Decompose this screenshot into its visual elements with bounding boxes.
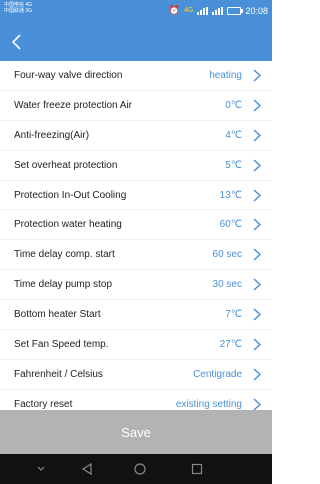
setting-row[interactable]: Anti-freezing(Air) 4℃ [0,121,272,151]
back-arrow-icon[interactable] [10,32,24,52]
chevron-right-icon [253,218,262,231]
setting-label: Set Fan Speed temp. [14,338,109,350]
setting-value: 4℃ [225,129,242,141]
home-circle-icon[interactable] [133,462,147,476]
setting-label: Fahrenheit / Celsius [14,368,103,380]
setting-label: Four-way valve direction [14,69,123,81]
setting-value: 60℃ [219,219,242,231]
setting-label: Set overheat protection [14,159,118,171]
chevron-right-icon [253,278,262,291]
network-type: 4G [184,7,194,14]
setting-label: Anti-freezing(Air) [14,129,90,141]
setting-value: 0℃ [225,99,242,111]
status-icons: ⏰ 4G 20:08 [169,5,268,16]
setting-row[interactable]: Four-way valve direction heating [0,61,272,91]
chevron-right-icon [253,368,262,381]
chevron-right-icon [253,308,262,321]
setting-value: 5℃ [225,159,242,171]
setting-label: Bottom heater Start [14,309,101,321]
setting-row[interactable]: Set Fan Speed temp. 27℃ [0,330,272,360]
system-nav-bar [0,454,272,484]
chevron-right-icon [253,159,262,172]
setting-row[interactable]: Protection In-Out Cooling 13℃ [0,181,272,211]
setting-label: Time delay pump stop [14,279,113,291]
setting-label: Protection In-Out Cooling [14,189,127,201]
chevron-right-icon [253,69,262,82]
setting-row[interactable]: Time delay comp. start 60 sec [0,240,272,271]
setting-label: Protection water heating [14,219,122,231]
battery-icon [227,6,244,15]
carrier-info: 中国电信 4G 中国联通 3G [4,2,32,14]
signal-icon [197,6,209,15]
setting-row[interactable]: Bottom heater Start 7℃ [0,300,272,331]
chevron-right-icon [253,189,262,202]
chevron-right-icon [253,129,262,142]
setting-value: heating [209,69,242,81]
signal-icon-2 [212,6,224,15]
setting-label: Factory reset [14,398,73,410]
chevron-right-icon [253,248,262,261]
clock: 20:08 [245,5,268,16]
setting-row[interactable]: Water freeze protection Air 0℃ [0,91,272,121]
setting-value: 7℃ [225,309,242,321]
setting-label: Time delay comp. start [14,249,115,261]
chevron-right-icon [253,99,262,112]
chevron-right-icon [253,338,262,351]
setting-value: 13℃ [219,189,242,201]
setting-value: 60 sec [212,249,242,261]
back-triangle-icon[interactable] [80,462,94,476]
setting-value: existing setting [175,398,242,410]
setting-row[interactable]: Protection water heating 60℃ [0,210,272,241]
recent-apps-icon[interactable] [190,462,204,476]
setting-value: 27℃ [219,338,242,350]
chevron-down-icon[interactable] [34,462,48,476]
settings-list: Four-way valve direction heating Water fre… [0,61,272,420]
app-bar [0,23,272,61]
setting-value: 30 sec [212,279,242,291]
carrier-line-2: 中国联通 3G [4,8,33,14]
alarm-icon: ⏰ [168,5,181,15]
setting-value: Centigrade [193,368,242,380]
setting-row[interactable]: Time delay pump stop 30 sec [0,270,272,301]
setting-row[interactable]: Fahrenheit / Celsius Centigrade [0,360,272,390]
status-bar: 中国电信 4G 中国联通 3G ⏰ 4G 20:08 [0,0,272,23]
setting-row[interactable]: Set overheat protection 5℃ [0,151,272,181]
save-button[interactable]: Save [0,410,272,454]
setting-label: Water freeze protection Air [14,99,133,111]
